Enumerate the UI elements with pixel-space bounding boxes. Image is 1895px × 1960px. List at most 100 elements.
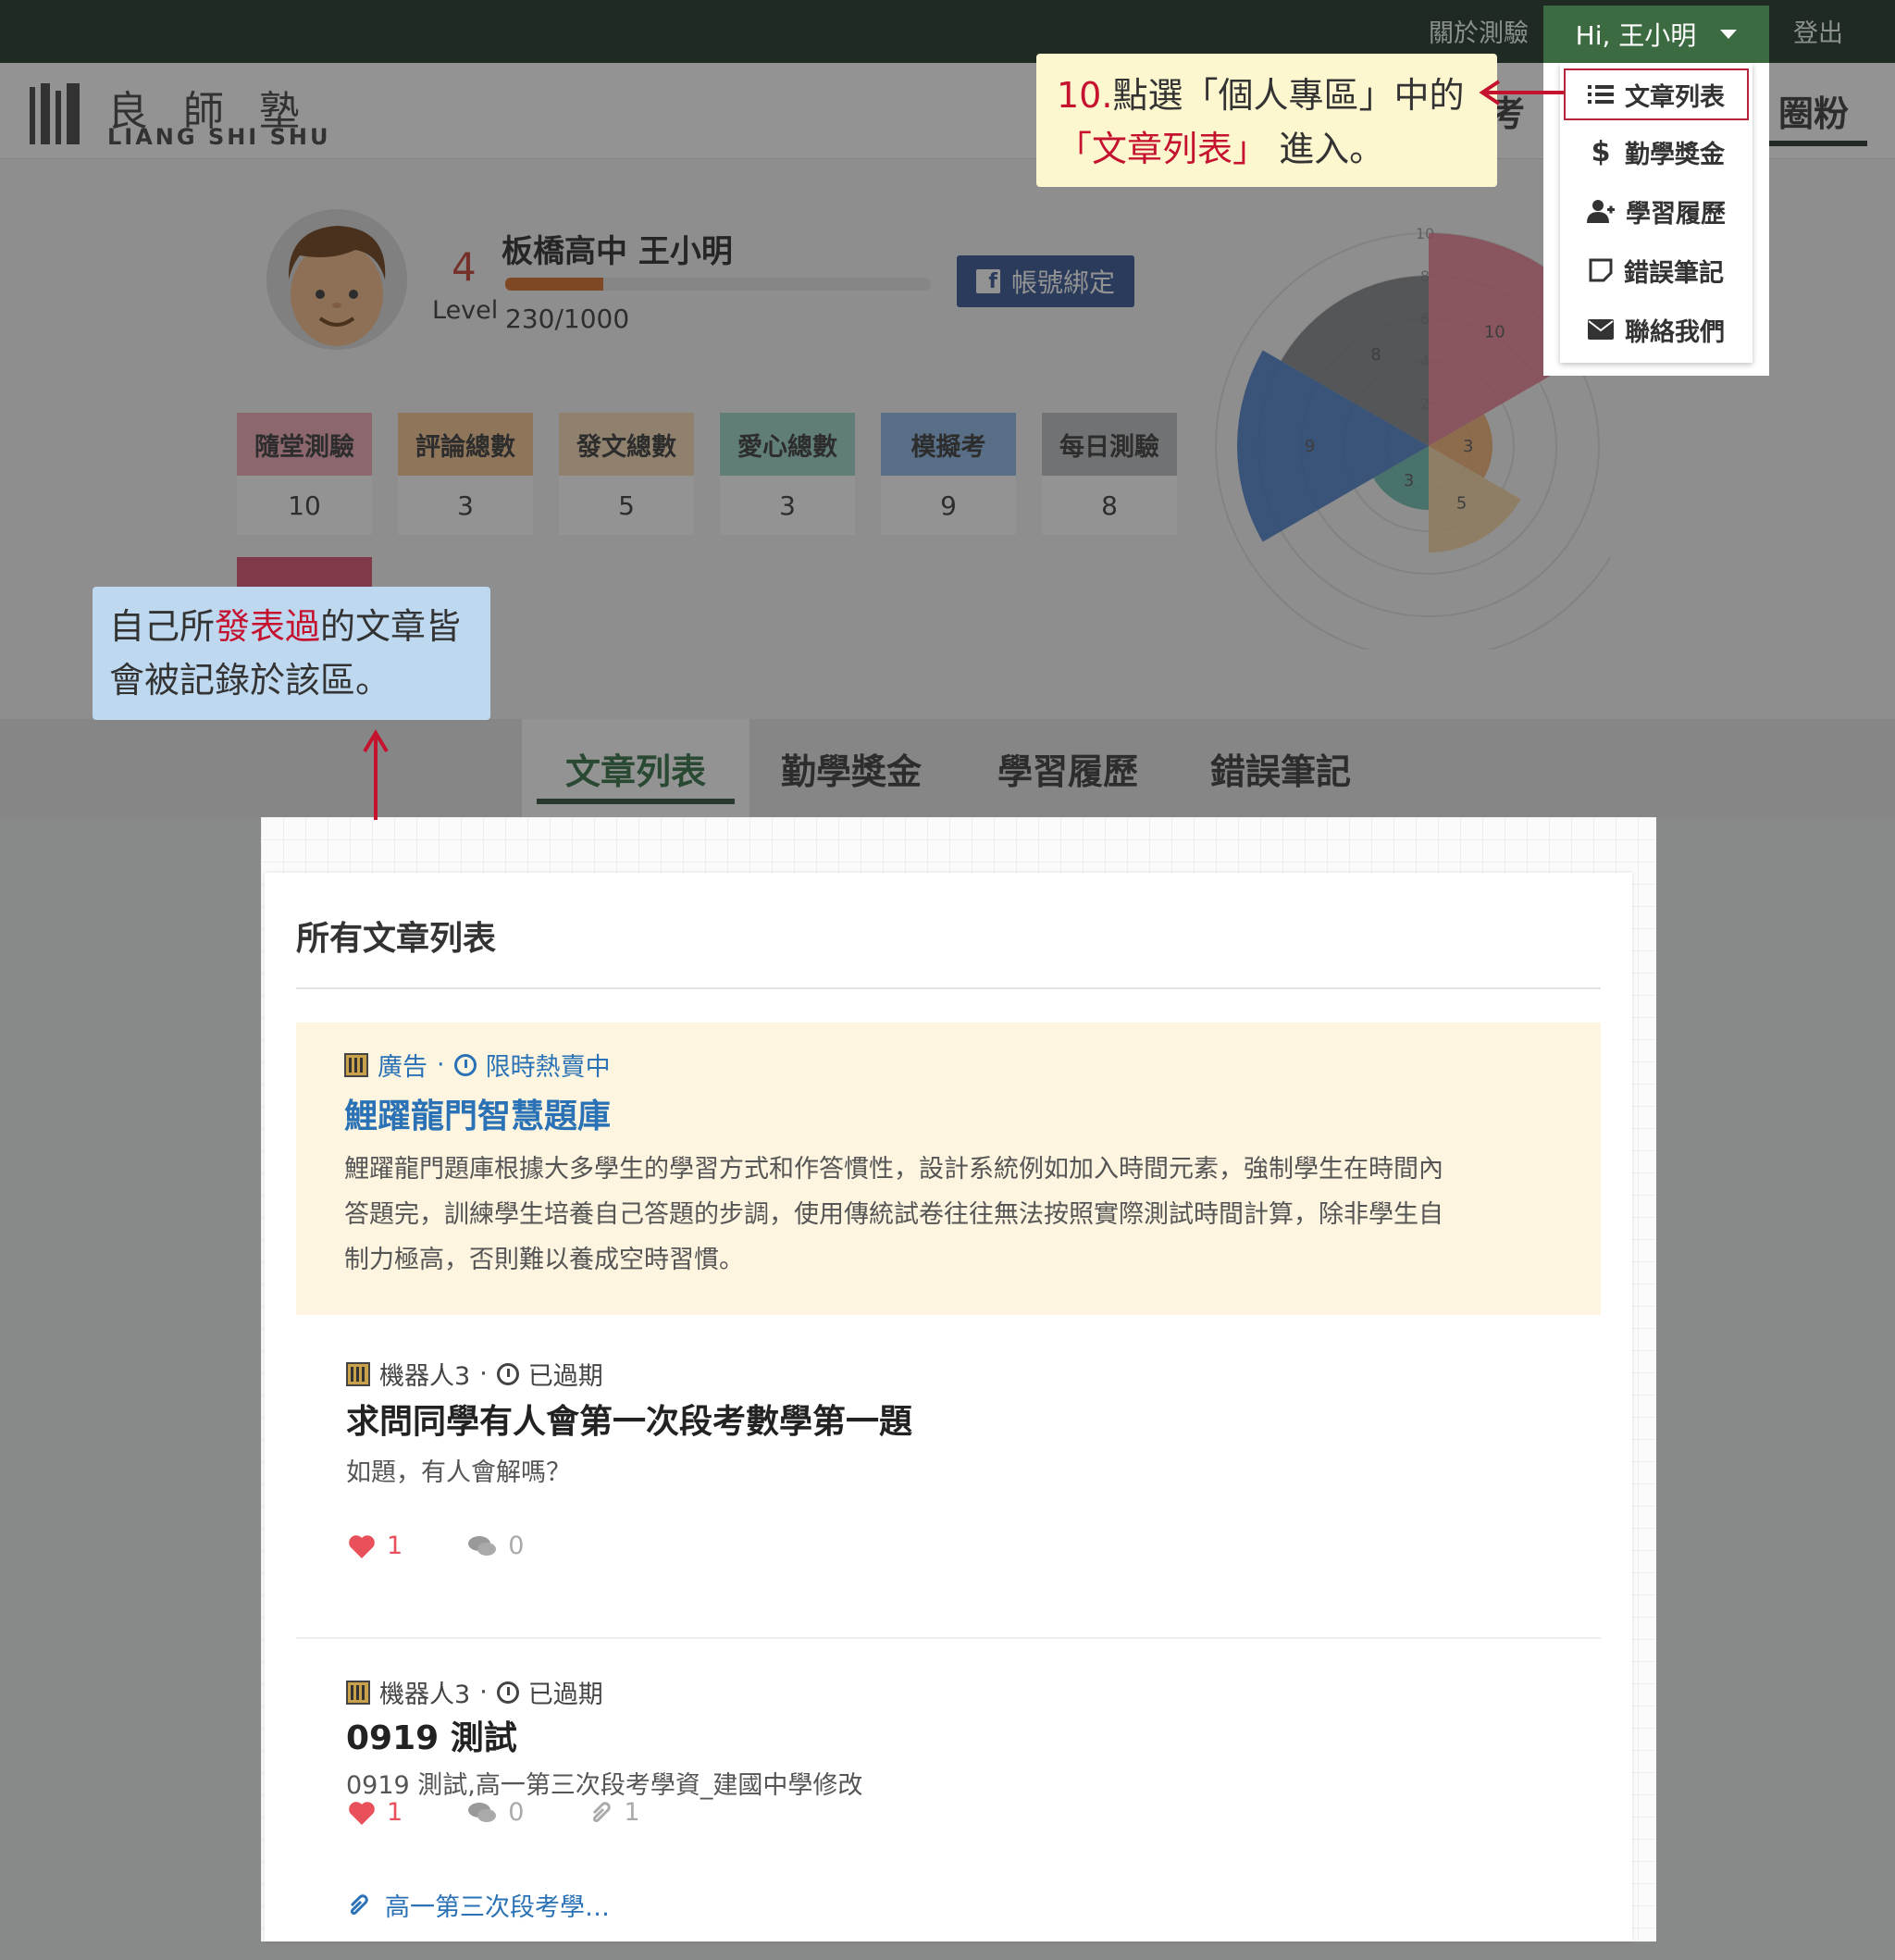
- ad-tag: 廣告: [378, 1053, 427, 1082]
- stat-label: 發文總數: [559, 413, 694, 476]
- chart-segment-label: 3: [1463, 437, 1473, 456]
- article-list-panel: 所有文章列表 廣告 · 限時熱賣中 鯉躍龍門智慧題庫 鯉躍龍門題庫根據大多學生的…: [261, 817, 1656, 1941]
- facebook-icon: f: [975, 269, 1000, 293]
- menu-item-learning-history[interactable]: 學習履歷: [1560, 185, 1753, 237]
- ad-meta: 廣告 · 限時熱賣中: [344, 1047, 611, 1083]
- about-test-link[interactable]: 關於測驗: [1429, 13, 1529, 49]
- nav-active-underline: [1760, 141, 1867, 146]
- tab-active-underline: [537, 799, 735, 804]
- comment-count: 0: [508, 1532, 525, 1560]
- xp-progress-bar: [505, 278, 931, 291]
- ad-title[interactable]: 鯉躍龍門智慧題庫: [344, 1089, 611, 1137]
- avatar: [266, 209, 407, 350]
- user-plus-icon: [1587, 200, 1615, 223]
- tab-study-bonus[interactable]: 勤學獎金: [759, 719, 944, 817]
- post-status: 已過期: [527, 1362, 603, 1391]
- post-meta: 機器人3 · 已過期: [346, 1356, 603, 1392]
- chart-segment-label: 9: [1305, 437, 1315, 456]
- menu-item-label: 文章列表: [1625, 82, 1725, 112]
- stat-card: 發文總數 5: [559, 413, 694, 535]
- attachment-count: 1: [624, 1798, 640, 1827]
- stat-label: 模擬考: [881, 413, 1016, 476]
- dollar-icon: $: [1591, 135, 1611, 168]
- attachment-count-indicator: 1: [588, 1798, 640, 1827]
- stat-value: 3: [398, 476, 533, 535]
- tab-error-notes[interactable]: 錯誤筆記: [1188, 719, 1373, 817]
- nav-item-fans[interactable]: 圈粉: [1778, 85, 1849, 136]
- stat-value: 8: [1042, 476, 1177, 535]
- logo-english-text: LIANG SHI SHU: [107, 124, 331, 150]
- tab-learning-history[interactable]: 學習履歷: [975, 719, 1160, 817]
- article-list-card: 所有文章列表 廣告 · 限時熱賣中 鯉躍龍門智慧題庫 鯉躍龍門題庫根據大多學生的…: [265, 873, 1632, 1941]
- site-logo-icon: [344, 1052, 368, 1077]
- stat-value: 3: [720, 476, 855, 535]
- clock-icon: [453, 1053, 477, 1076]
- paperclip-icon: [593, 1801, 612, 1822]
- caret-down-icon: [1720, 30, 1738, 39]
- xp-text: 230/1000: [505, 304, 630, 334]
- comments-icon: [468, 1535, 497, 1556]
- note-callout: 自己所發表過的文章皆會被記錄於該區。: [93, 587, 490, 720]
- ad-post[interactable]: 廣告 · 限時熱賣中 鯉躍龍門智慧題庫 鯉躍龍門題庫根據大多學生的學習方式和作答…: [296, 1023, 1601, 1315]
- step-number: 10.: [1057, 75, 1113, 116]
- facebook-bind-button[interactable]: f 帳號綁定: [957, 255, 1134, 307]
- stat-card: 評論總數 3: [398, 413, 533, 535]
- stat-card: 隨堂測驗 10: [237, 413, 372, 535]
- user-menu-button[interactable]: Hi, 王小明: [1543, 6, 1769, 63]
- divider: [296, 1637, 1601, 1639]
- chart-segment-label: 3: [1404, 471, 1414, 490]
- like-button[interactable]: 1: [348, 1532, 403, 1560]
- menu-item-study-bonus[interactable]: $ 勤學獎金: [1560, 126, 1753, 178]
- level-label: Level: [432, 296, 499, 325]
- site-logo-icon: [346, 1361, 370, 1386]
- chart-segment-label: 8: [1370, 345, 1381, 365]
- logout-link[interactable]: 登出: [1793, 13, 1843, 49]
- instruction-callout: 10.點選「個人專區」中的 「文章列表」 進入。: [1036, 54, 1497, 187]
- attachment-link-text: 高一第三次段考學…: [385, 1893, 610, 1922]
- logo-mark-icon[interactable]: [30, 83, 83, 144]
- menu-item-contact-us[interactable]: 聯絡我們: [1560, 304, 1753, 355]
- boy-avatar-icon: [266, 209, 407, 350]
- stat-card: 愛心總數 3: [720, 413, 855, 535]
- post-actions: 1 0 1: [348, 1798, 640, 1827]
- post-author: 機器人3: [379, 1681, 471, 1709]
- like-button[interactable]: 1: [348, 1798, 403, 1827]
- menu-item-article-list[interactable]: 文章列表: [1564, 68, 1749, 120]
- profile-tabs: 文章列表 勤學獎金 學習履歷 錯誤筆記: [0, 719, 1895, 817]
- like-count: 1: [387, 1798, 403, 1827]
- paperclip-icon: [350, 1893, 368, 1915]
- stat-label: 評論總數: [398, 413, 533, 476]
- divider: [296, 987, 1601, 989]
- menu-item-label: 聯絡我們: [1625, 317, 1725, 347]
- comment-button[interactable]: 0: [467, 1798, 524, 1827]
- post-body: 如題，有人會解嗎？: [346, 1458, 571, 1487]
- stat-value: 9: [881, 476, 1016, 535]
- user-dropdown-menu: 文章列表 $ 勤學獎金 學習履歷 錯誤筆記 聯絡我們: [1560, 63, 1753, 363]
- chart-segment-label: 5: [1456, 494, 1467, 514]
- instruction-text: 進入。: [1268, 129, 1385, 169]
- post-title[interactable]: 求問同學有人會第一次段考數學第一題: [346, 1395, 912, 1443]
- post-author: 機器人3: [379, 1362, 471, 1391]
- user-greeting: Hi, 王小明: [1575, 20, 1697, 51]
- instruction-highlight: 「文章列表」: [1057, 129, 1269, 169]
- note-highlight: 發表過: [215, 606, 321, 647]
- note-text: 自己所: [109, 606, 216, 647]
- post-title[interactable]: 0919 測試: [346, 1711, 517, 1759]
- stat-card: 模擬考 9: [881, 413, 1016, 535]
- attachment-link[interactable]: 高一第三次段考學…: [346, 1887, 610, 1923]
- comments-icon: [468, 1802, 497, 1822]
- stat-label: 每日測驗: [1042, 413, 1177, 476]
- like-count: 1: [387, 1532, 403, 1560]
- facebook-bind-label: 帳號綁定: [1010, 267, 1115, 298]
- instruction-text: 點選「個人專區」中的: [1112, 75, 1465, 116]
- post-status: 已過期: [527, 1681, 603, 1709]
- stat-value: 10: [237, 476, 372, 535]
- clock-icon: [496, 1362, 519, 1385]
- menu-item-label: 學習履歷: [1626, 199, 1726, 229]
- menu-item-error-notes[interactable]: 錯誤筆記: [1560, 244, 1753, 296]
- comment-count: 0: [508, 1798, 525, 1827]
- ad-status: 限時熱賣中: [485, 1053, 611, 1082]
- site-logo-icon: [346, 1680, 370, 1705]
- post-meta: 機器人3 · 已過期: [346, 1674, 603, 1710]
- comment-button[interactable]: 0: [467, 1532, 524, 1560]
